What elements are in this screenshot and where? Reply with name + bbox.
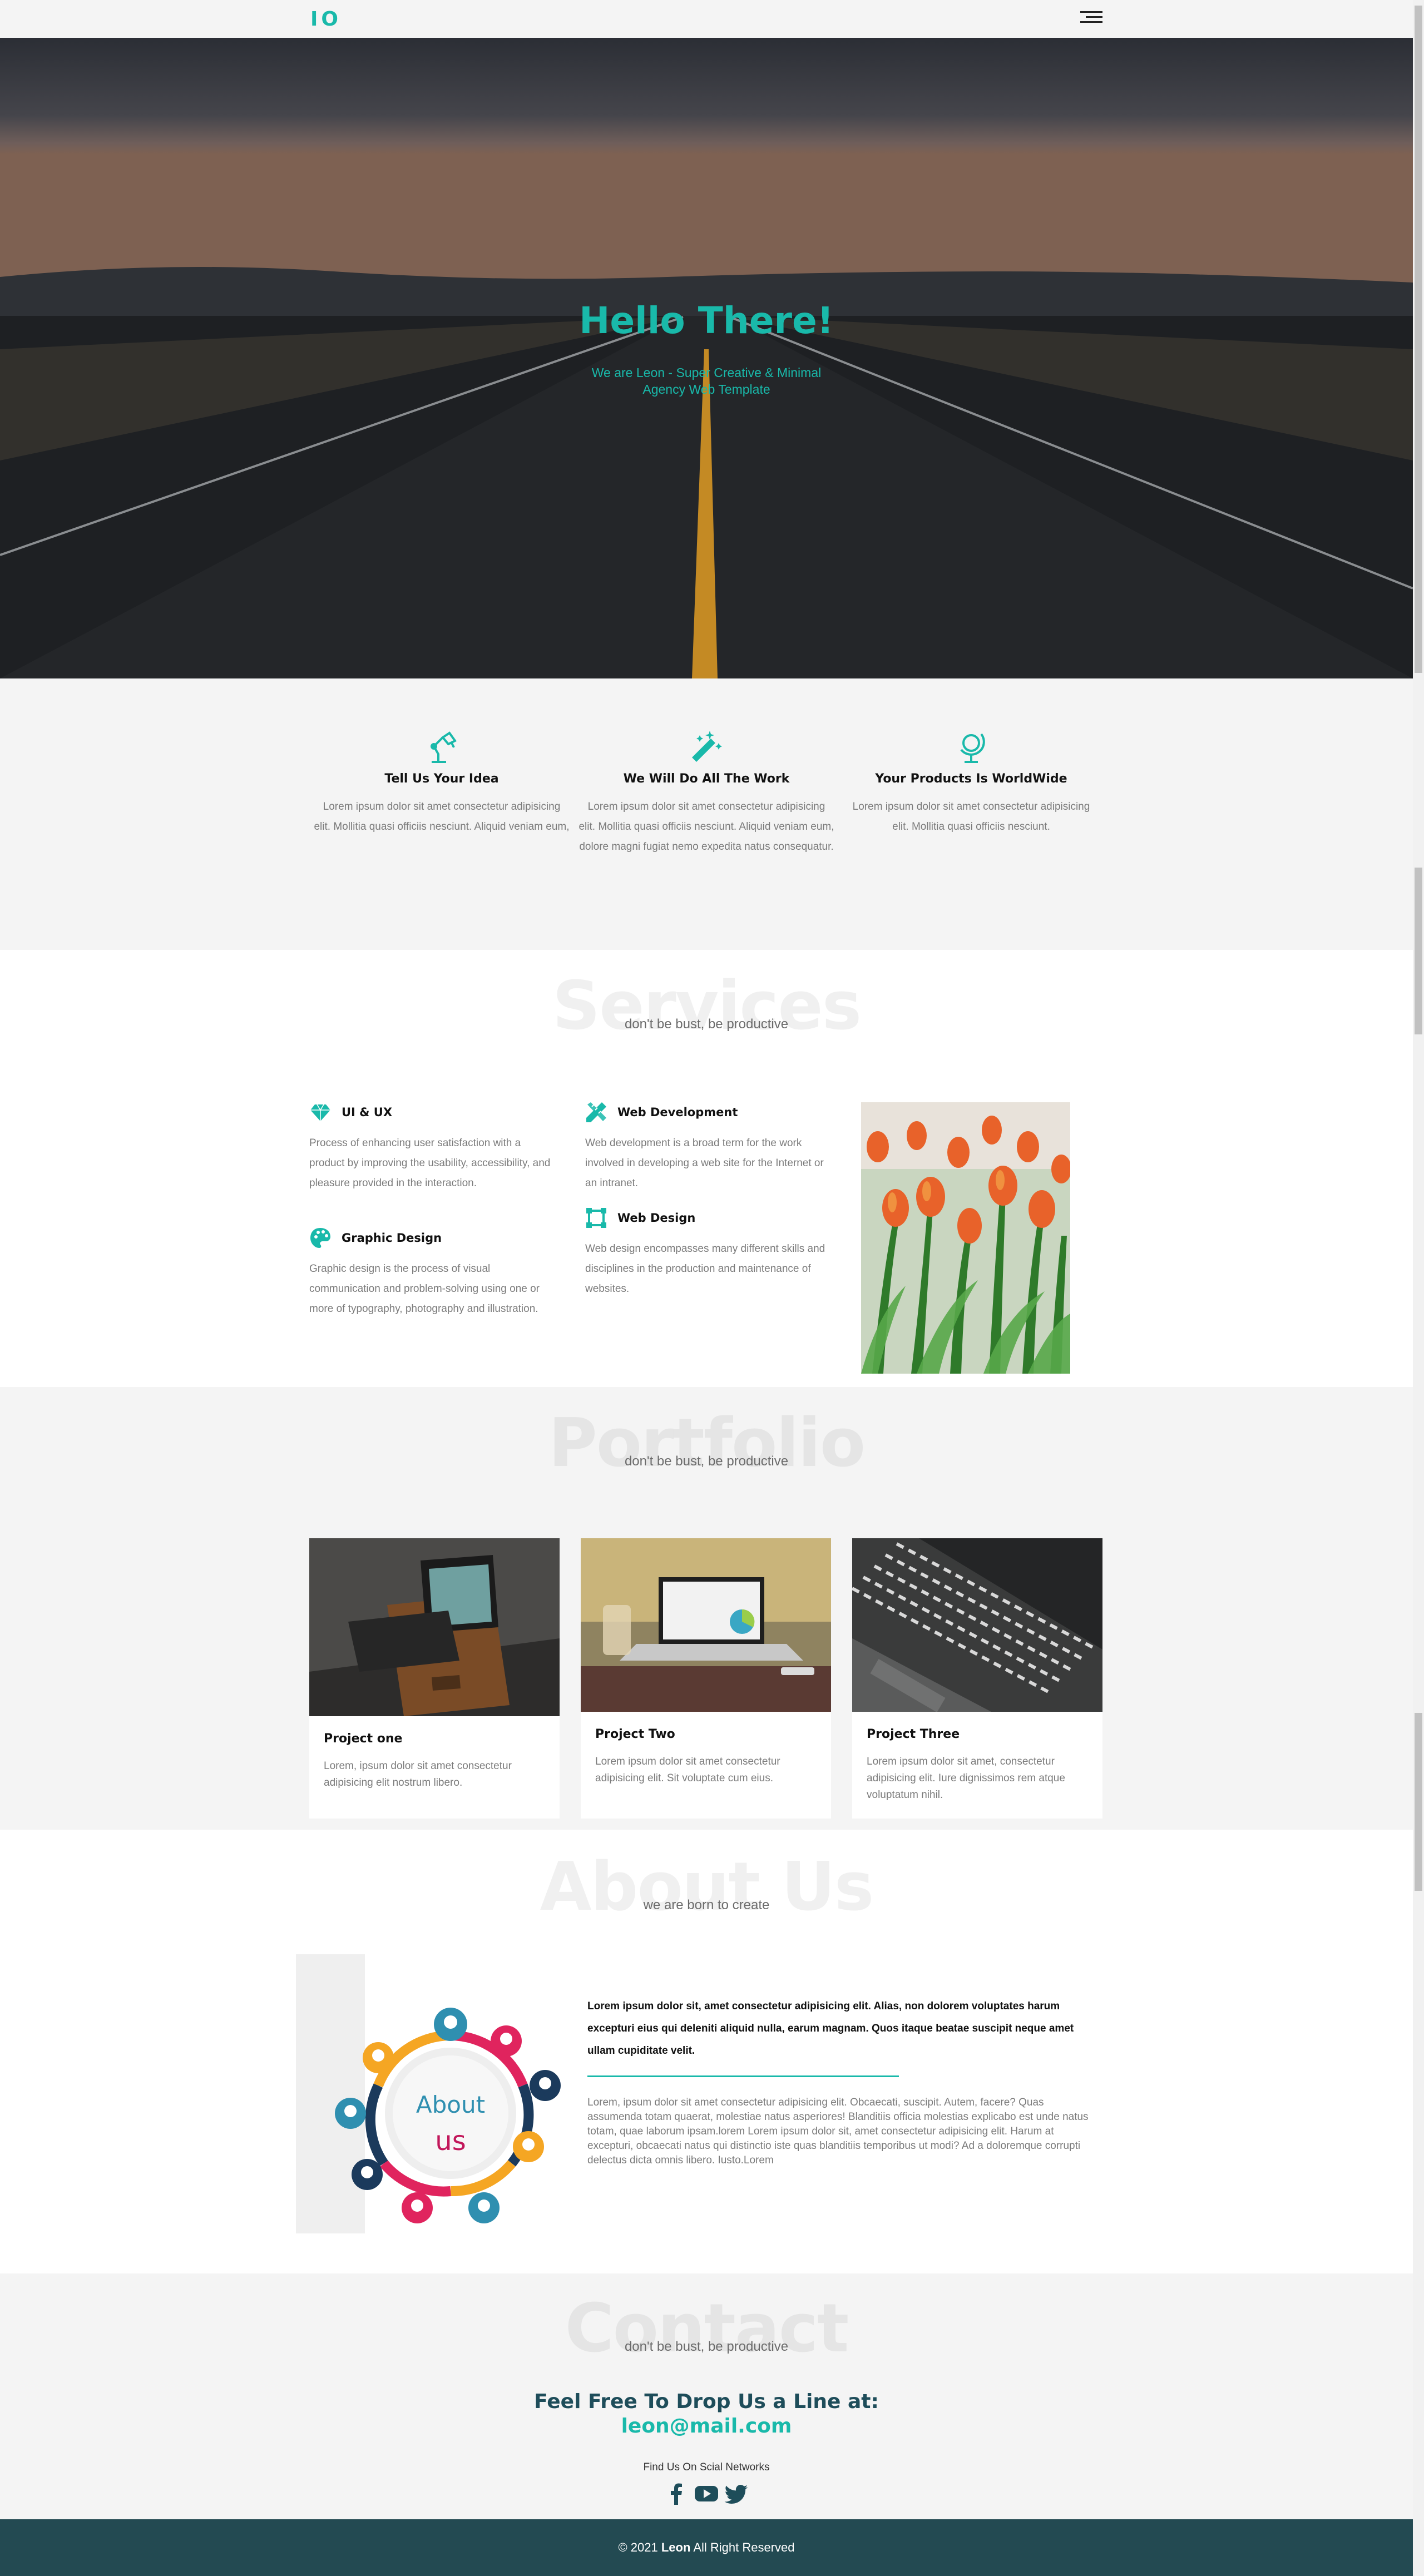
site-footer: © 2021 Leon All Right Reserved (0, 2519, 1413, 2576)
illustration-us-word: us (435, 2126, 466, 2157)
project-title: Project Two (595, 1727, 675, 1741)
hamburger-icon[interactable] (1080, 11, 1102, 24)
services-header: Services don't be bust, be productive (0, 973, 1413, 1040)
service-title: UI & UX (342, 1106, 393, 1119)
service-title: Graphic Design (342, 1231, 442, 1245)
service-text: Web development is a broad term for the … (585, 1137, 824, 1189)
about-header: About Us we are born to create (0, 1854, 1413, 1921)
feature-text: Lorem ipsum dolor sit amet consectetur a… (578, 801, 834, 853)
feature-do-work: We Will Do All The Work Lorem ipsum dolo… (578, 730, 834, 857)
feature-title: Tell Us Your Idea (384, 772, 499, 786)
project-card-three[interactable]: Project Three Lorem ipsum dolor sit amet… (852, 1538, 1102, 1819)
service-title: Web Development (617, 1106, 738, 1119)
illustration-about-word: About (416, 2091, 486, 2118)
section-subtitle: we are born to create (643, 1898, 770, 1913)
road-background-image (0, 38, 1413, 678)
project-image (852, 1538, 1102, 1712)
service-text: Web design encompasses many different sk… (585, 1243, 825, 1295)
scrollbar-thumb[interactable] (1415, 868, 1422, 1034)
about-body-text: Lorem, ipsum dolor sit amet consectetur … (587, 2097, 1089, 2166)
feature-tell-idea: Tell Us Your Idea Lorem ipsum dolor sit … (314, 730, 570, 837)
service-web-design: Web Design Web design encompasses many d… (585, 1207, 830, 1299)
scrollbar-thumb[interactable] (1415, 6, 1422, 673)
project-card-two[interactable]: Project Two Lorem ipsum dolor sit amet c… (581, 1538, 831, 1819)
portfolio-section: Portfolio don't be bust, be productive P… (0, 1387, 1413, 1830)
portfolio-header: Portfolio don't be bust, be productive (0, 1410, 1413, 1477)
contact-drop-line: Feel Free To Drop Us a Line at: (534, 2390, 879, 2413)
globe-icon (960, 733, 985, 763)
hero-title: Hello There! (579, 299, 834, 342)
feature-text: Lorem ipsum dolor sit amet consectetur a… (314, 801, 570, 833)
project-card-one[interactable]: Project one Lorem, ipsum dolor sit amet … (309, 1538, 560, 1819)
project-image (581, 1538, 831, 1712)
section-subtitle: don't be bust, be productive (624, 1017, 789, 1032)
youtube-icon[interactable] (694, 2483, 719, 2505)
copyright-prefix: © 2021 (618, 2540, 661, 2554)
diamond-icon (310, 1104, 330, 1121)
feature-title: Your Products Is WorldWide (875, 772, 1067, 786)
project-text: Lorem, ipsum dolor sit amet consectetur … (324, 1760, 512, 1789)
magic-wand-icon (692, 731, 722, 762)
features-section: Tell Us Your Idea Lorem ipsum dolor sit … (0, 678, 1413, 950)
copyright-suffix: All Right Reserved (690, 2540, 795, 2554)
hero-section: Hello There! We are Leon - Super Creativ… (0, 38, 1413, 678)
top-navbar: IO (0, 0, 1413, 38)
section-subtitle: don't be bust, be productive (624, 2339, 789, 2354)
feature-text: Lorem ipsum dolor sit amet consectetur a… (852, 801, 1090, 833)
about-us-illustration: About us (323, 1997, 578, 2230)
service-web-development: Web Development Web development is a bro… (585, 1101, 830, 1193)
contact-section: Contact don't be bust, be productive Fee… (0, 2273, 1413, 2519)
palette-icon (310, 1228, 330, 1248)
social-links (0, 2483, 1413, 2505)
service-graphic-design: Graphic Design Graphic design is the pro… (309, 1227, 554, 1319)
pencil-ruler-icon (586, 1102, 606, 1122)
service-text: Graphic design is the process of visual … (309, 1263, 540, 1315)
project-title: Project Three (867, 1727, 960, 1741)
about-highlight-text: Lorem ipsum dolor sit, amet consectetur … (587, 2000, 1074, 2057)
site-logo[interactable]: IO (310, 8, 342, 31)
facebook-icon[interactable] (664, 2483, 689, 2505)
project-title: Project one (324, 1732, 403, 1746)
service-text: Process of enhancing user satisfaction w… (309, 1137, 551, 1189)
project-text: Lorem ipsum dolor sit amet, consectetur … (867, 1756, 1065, 1801)
tulips-photo (861, 1102, 1070, 1374)
service-ui-ux: UI & UX Process of enhancing user satisf… (309, 1101, 554, 1193)
services-section: Services don't be bust, be productive UI… (0, 950, 1413, 1387)
footer-brand: Leon (661, 2540, 691, 2554)
page-scrollbar[interactable] (1413, 0, 1424, 2576)
social-networks-label: Find Us On Scial Networks (643, 2461, 770, 2473)
project-text: Lorem ipsum dolor sit amet consectetur a… (595, 1756, 780, 1784)
about-section: About Us we are born to create About us … (0, 1830, 1413, 2273)
feature-title: We Will Do All The Work (623, 772, 790, 786)
lamp-icon (431, 731, 457, 763)
accent-divider (587, 2075, 899, 2077)
scrollbar-thumb[interactable] (1415, 1713, 1422, 1891)
vector-square-icon (586, 1208, 606, 1228)
project-image (309, 1538, 560, 1716)
twitter-icon[interactable] (724, 2483, 749, 2505)
section-subtitle: don't be bust, be productive (624, 1454, 789, 1469)
contact-header: Contact don't be bust, be productive (0, 2296, 1413, 2362)
service-title: Web Design (617, 1211, 696, 1225)
hero-subtitle: We are Leon - Super Creative & Minimal A… (591, 365, 822, 397)
feature-worldwide: Your Products Is WorldWide Lorem ipsum d… (843, 730, 1099, 837)
contact-email-link[interactable]: leon@mail.com (0, 2415, 1413, 2438)
